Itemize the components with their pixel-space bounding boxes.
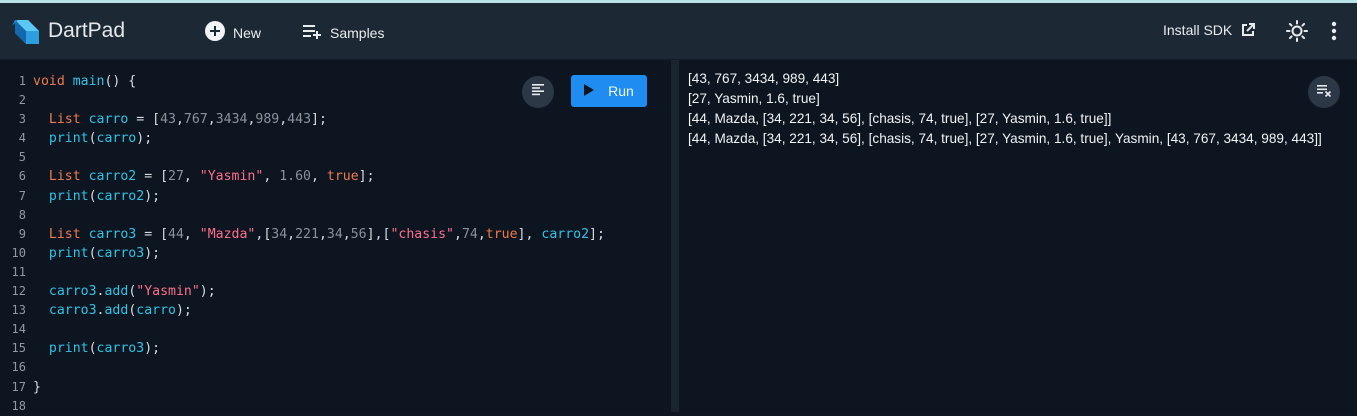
line-number: 6 [18, 169, 26, 184]
line-number: 4 [18, 131, 26, 146]
app-header: DartPad New Samples Install SDK [0, 3, 1357, 60]
code-line: 12 carro3.add("Yasmin"); [0, 282, 671, 301]
code-line: 3 List carro = [43,767,3434,989,443]; [0, 110, 671, 129]
code-line: 4 print(carro); [0, 129, 671, 148]
console-output: [43, 767, 3434, 989, 443] [27, Yasmin, 1… [688, 69, 1322, 149]
line-number: 18 [11, 398, 26, 413]
code-line: 8 [0, 206, 671, 225]
code-line: 13 carro3.add(carro); [0, 301, 671, 320]
line-number: 14 [11, 322, 26, 337]
line-number: 12 [11, 284, 26, 299]
panel-divider[interactable] [671, 60, 679, 412]
run-button[interactable]: Run [571, 75, 647, 107]
line-number: 5 [18, 150, 26, 165]
code-line: 18 [0, 397, 671, 416]
play-icon [584, 83, 595, 99]
install-sdk-button[interactable]: Install SDK [1163, 22, 1256, 38]
code-editor[interactable]: 1 void main() { 2 3 List carro = [43,767,… [0, 60, 671, 413]
line-number: 2 [18, 93, 26, 108]
line-number: 1 [18, 74, 26, 88]
console-line: [43, 767, 3434, 989, 443] [688, 71, 840, 86]
more-vert-icon [1330, 20, 1338, 45]
dart-logo-icon [8, 16, 42, 50]
line-number: 8 [18, 207, 26, 222]
code-line: 17} [0, 378, 671, 397]
line-number: 13 [11, 303, 26, 318]
console-line: [44, Mazda, [34, 221, 34, 56], [chasis, … [688, 111, 1112, 126]
more-options-button[interactable] [1330, 20, 1338, 45]
line-number: 10 [11, 245, 26, 260]
plus-circle-icon [205, 21, 225, 44]
format-align-icon [531, 83, 545, 102]
code-line: 5 [0, 148, 671, 167]
code-line: 10 print(carro3); [0, 244, 671, 263]
sun-icon [1286, 20, 1308, 45]
console-line: [27, Yasmin, 1.6, true] [688, 91, 820, 106]
line-number: 3 [18, 112, 26, 127]
code-lines: 1 void main() { 2 3 List carro = [43,767,… [0, 72, 671, 416]
console-line: [44, Mazda, [34, 221, 34, 56], [chasis, … [688, 131, 1322, 146]
code-line: 9 List carro3 = [44, "Mazda",[34,221,34,… [0, 225, 671, 244]
code-line: 16 [0, 358, 671, 377]
clear-all-icon [1316, 83, 1332, 102]
format-code-button[interactable] [522, 76, 554, 108]
new-button-label: New [233, 24, 262, 41]
line-number: 16 [11, 360, 26, 375]
code-line: 7 print(carro2); [0, 187, 671, 206]
run-button-label: Run [608, 83, 634, 99]
code-line: 14 [0, 320, 671, 339]
open-external-icon [1240, 22, 1256, 38]
app-title: DartPad [48, 19, 126, 42]
code-line: 15 print(carro3); [0, 339, 671, 358]
line-number: 7 [18, 188, 26, 203]
samples-button[interactable]: Samples [302, 21, 384, 44]
samples-button-label: Samples [330, 24, 385, 41]
line-number: 9 [18, 226, 26, 241]
code-line: 11 [0, 263, 671, 282]
install-sdk-label: Install SDK [1163, 22, 1233, 38]
code-line: 6 List carro2 = [27, "Yasmin", 1.60, tru… [0, 167, 671, 186]
clear-console-button[interactable] [1308, 76, 1340, 108]
new-button[interactable]: New [205, 21, 261, 44]
line-number: 15 [11, 341, 26, 356]
line-number: 17 [11, 379, 26, 394]
playlist-add-icon [302, 21, 322, 44]
line-number: 11 [11, 264, 26, 279]
theme-toggle-button[interactable] [1286, 20, 1308, 45]
